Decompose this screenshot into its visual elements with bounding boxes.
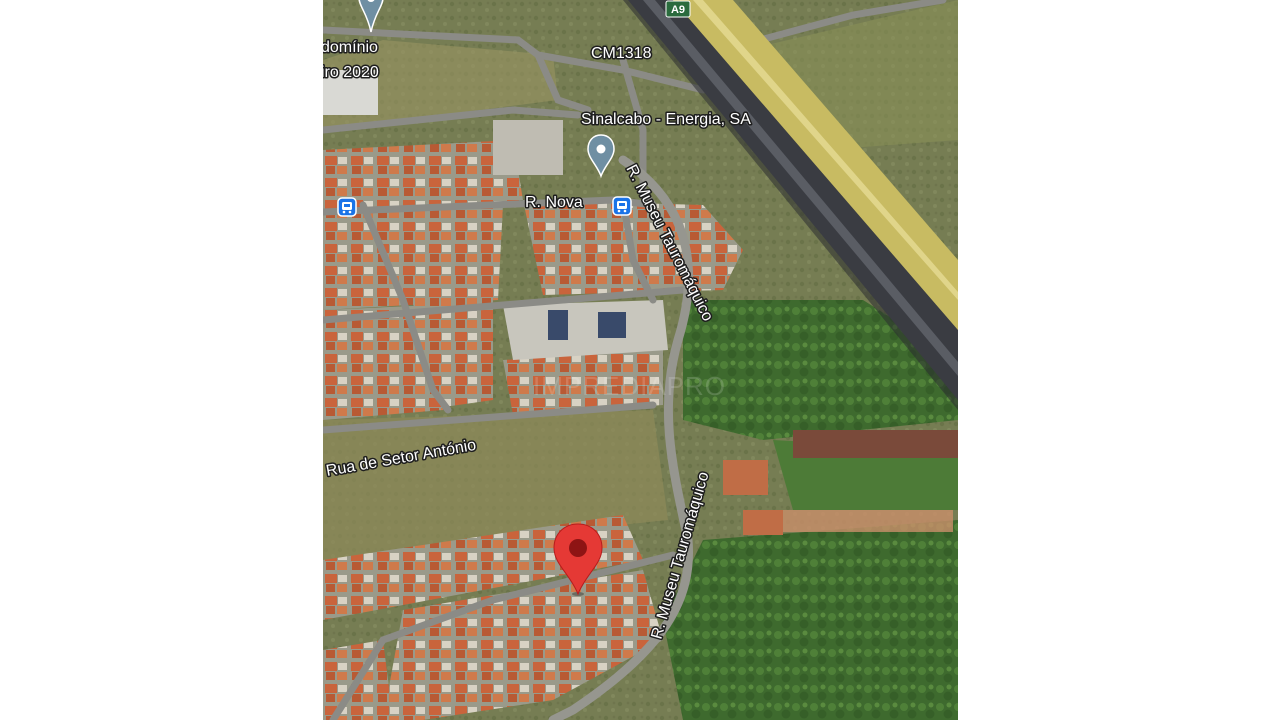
large-building [503,300,668,360]
plowed-field [793,430,958,458]
satellite-map[interactable]: A9 IMPREDIAPRO domínio iro 2020 CM1318 S… [323,0,958,720]
watermark: IMPREDIAPRO [533,371,726,401]
highway-shield-icon: A9 [665,0,691,18]
condominio-label-line2: iro 2020 [323,64,379,81]
road-cm1318-label: CM1318 [591,45,652,62]
bus-stop-icon[interactable] [337,197,357,217]
condominio-label-line1: domínio [323,39,378,56]
street-r-nova-label: R. Nova [525,194,583,211]
highway-shield-label: A9 [671,4,685,16]
poi-sinalcabo-label: Sinalcabo - Energia, SA [581,111,751,128]
bus-stop-icon[interactable] [612,196,632,216]
